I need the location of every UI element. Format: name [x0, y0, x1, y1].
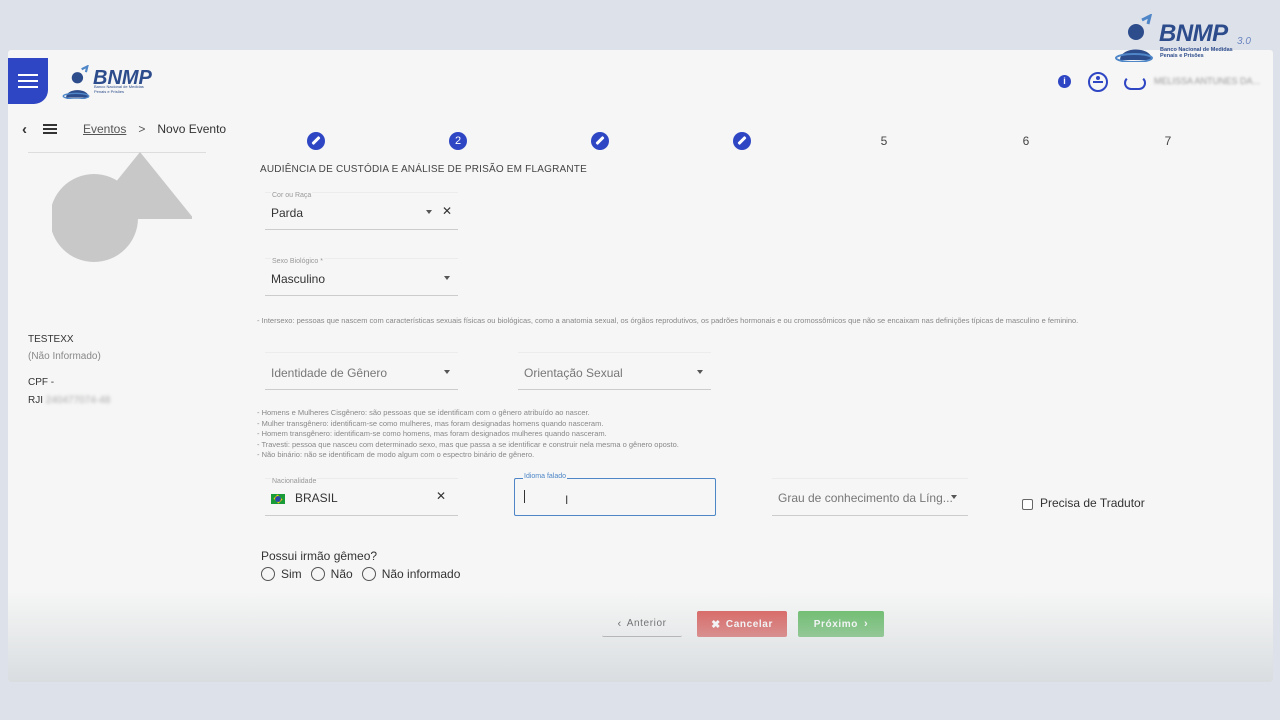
- help-line: - Travesti: pessoa que nasceu com determ…: [257, 439, 679, 449]
- chevron-down-icon[interactable]: [426, 210, 432, 214]
- chevron-down-icon[interactable]: [444, 370, 450, 374]
- idioma-falado-input[interactable]: Idioma falado I: [514, 473, 716, 516]
- avatar-placeholder-icon: [52, 152, 192, 262]
- wizard-stepper: 2 5 6 7: [8, 130, 1273, 152]
- watermark-subtitle: Banco Nacional de Medidas Penais e Prisõ…: [1160, 47, 1233, 59]
- nacionalidade-label: Nacionalidade: [271, 478, 318, 485]
- radio-circle-icon[interactable]: [361, 567, 376, 581]
- user-icon[interactable]: [1124, 76, 1146, 90]
- orientacao-sexual-select[interactable]: Orientação Sexual: [518, 352, 711, 390]
- person-name: TESTEXX: [28, 334, 74, 345]
- user-name[interactable]: MELISSA ANTUNES DA...: [1154, 76, 1260, 86]
- brazil-flag-icon: [271, 493, 285, 504]
- info-icon[interactable]: i: [1058, 75, 1071, 88]
- rji-label: RJI: [28, 395, 43, 406]
- hamburger-icon: [18, 80, 38, 82]
- watermark-version: 3.0: [1237, 36, 1251, 47]
- sexo-biologico-select[interactable]: Sexo Biológico * Masculino: [265, 258, 458, 296]
- sexo-biologico-label: Sexo Biológico *: [271, 258, 324, 265]
- step-2[interactable]: 2: [449, 132, 467, 150]
- help-line: - Mulher transgênero: identificam-se com…: [257, 418, 604, 428]
- person-rji: RJI 240477074-48: [28, 395, 110, 406]
- close-icon: ✖: [711, 618, 721, 631]
- help-line: - Não binário: não se identificam de mod…: [257, 450, 535, 459]
- radio-nao-informado[interactable]: Não informado: [361, 567, 460, 581]
- chevron-right-icon: ›: [863, 618, 869, 630]
- help-line: - Homens e Mulheres Cisgênero: são pesso…: [257, 408, 590, 417]
- cor-raca-value: Parda: [271, 206, 304, 220]
- cancelar-button[interactable]: ✖ Cancelar: [697, 611, 787, 637]
- precisa-tradutor-label[interactable]: Precisa de Tradutor: [1040, 496, 1145, 510]
- gemeo-radio-group: Sim Não Não informado: [261, 567, 469, 581]
- person-cpf: CPF -: [28, 377, 55, 388]
- identidade-genero-placeholder: Identidade de Gênero: [271, 366, 388, 380]
- step-6[interactable]: 6: [1017, 132, 1035, 150]
- chevron-left-icon: ‹: [617, 617, 622, 630]
- gemeo-question: Possui irmão gêmeo?: [261, 549, 378, 563]
- radio-sim[interactable]: Sim: [261, 567, 302, 581]
- accessibility-icon[interactable]: [1088, 72, 1108, 92]
- nacionalidade-select[interactable]: Nacionalidade BRASIL ✕: [265, 478, 458, 516]
- precisa-tradutor-checkbox[interactable]: [1022, 499, 1033, 510]
- step-5[interactable]: 5: [875, 132, 893, 150]
- grau-conhecimento-placeholder: Grau de conhecimento da Líng...: [778, 491, 953, 505]
- step-4[interactable]: [733, 132, 751, 150]
- chevron-down-icon[interactable]: [697, 370, 703, 374]
- step-7[interactable]: 7: [1159, 132, 1177, 150]
- text-cursor: [524, 490, 525, 503]
- nacionalidade-value: BRASIL: [271, 491, 338, 505]
- clear-icon[interactable]: ✕: [436, 489, 446, 503]
- chevron-down-icon[interactable]: [951, 495, 957, 499]
- genero-help-text: - Homens e Mulheres Cisgênero: são pesso…: [257, 408, 957, 461]
- pencil-icon: [737, 135, 747, 146]
- identidade-genero-select[interactable]: Identidade de Gênero: [265, 352, 458, 390]
- orientacao-sexual-placeholder: Orientação Sexual: [524, 366, 623, 380]
- bottom-fade: [8, 592, 1273, 682]
- radio-circle-icon[interactable]: [261, 567, 275, 581]
- pencil-icon: [311, 135, 321, 146]
- watermark-name: BNMP: [1159, 20, 1228, 47]
- bnmp-watermark-logo: BNMP 3.0 Banco Nacional de Medidas Penai…: [1112, 13, 1262, 74]
- proximo-button[interactable]: Próximo ›: [798, 611, 884, 637]
- form-title: AUDIÊNCIA DE CUSTÓDIA E ANÁLISE DE PRISÃ…: [260, 164, 587, 175]
- step-3[interactable]: [591, 132, 609, 150]
- person-name-sub: (Não Informado): [28, 351, 101, 362]
- anterior-button[interactable]: ‹ Anterior: [602, 611, 682, 637]
- ibeam-cursor-icon: I: [565, 493, 569, 507]
- rji-value: 240477074-48: [45, 395, 111, 406]
- idioma-falado-label: Idioma falado: [523, 473, 568, 480]
- chevron-down-icon[interactable]: [444, 276, 450, 280]
- bnmp-person-icon: [1115, 13, 1153, 63]
- help-line: - Homem transgênero: identificam-se como…: [257, 429, 607, 438]
- sexo-biologico-value: Masculino: [271, 272, 326, 286]
- radio-nao[interactable]: Não: [310, 567, 353, 581]
- intersexo-help-text: - Intersexo: pessoas que nascem com cara…: [257, 316, 1079, 325]
- logo-subtitle: Banco Nacional de Medidas Penais e Prisõ…: [94, 84, 144, 94]
- step-1[interactable]: [307, 132, 325, 150]
- bnmp-logo-icon: [62, 64, 90, 100]
- cor-raca-select[interactable]: Cor ou Raça Parda ✕: [265, 192, 458, 230]
- app-window: BNMP Banco Nacional de Medidas Penais e …: [8, 50, 1273, 682]
- header-logo[interactable]: BNMP Banco Nacional de Medidas Penais e …: [60, 64, 170, 101]
- person-summary-panel: TESTEXX (Não Informado) CPF - RJI 240477…: [28, 152, 208, 406]
- hamburger-menu-button[interactable]: [8, 58, 48, 104]
- pencil-icon: [595, 135, 605, 146]
- clear-icon[interactable]: ✕: [442, 204, 452, 218]
- cor-raca-label: Cor ou Raça: [271, 192, 313, 199]
- radio-circle-icon[interactable]: [310, 567, 325, 581]
- grau-conhecimento-select[interactable]: Grau de conhecimento da Líng...: [772, 478, 968, 516]
